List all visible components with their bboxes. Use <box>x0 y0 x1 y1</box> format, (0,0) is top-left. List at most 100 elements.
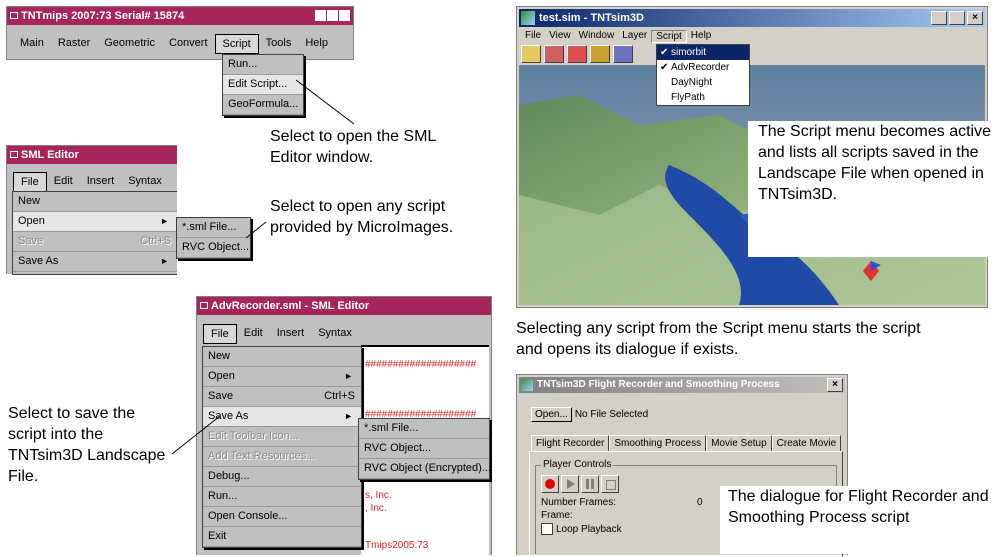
menu-edit[interactable]: Edit <box>237 324 270 344</box>
menu-geometric[interactable]: Geometric <box>97 34 162 54</box>
menu-item-new[interactable]: New <box>203 347 361 367</box>
pen-icon[interactable] <box>590 45 610 63</box>
open-file-row: Open... No File Selected <box>531 407 648 422</box>
menu-item-sml-file[interactable]: *.sml File... <box>177 218 250 238</box>
menu-item-rvc-object-encrypted[interactable]: RVC Object (Encrypted)... <box>359 459 491 479</box>
caption-selecting-script: Selecting any script from the Script men… <box>516 320 921 358</box>
menu-help[interactable]: Help <box>687 30 716 43</box>
menu-item-open[interactable]: Open ► <box>13 212 177 232</box>
minimize-icon[interactable] <box>931 11 947 25</box>
caption-script-menu: The Script menu becomes active and lists… <box>748 121 994 257</box>
window-menu-icon[interactable] <box>10 151 18 158</box>
sim-script-dropdown: ✔ simorbit ✔ AdvRecorder DayNight FlyPath <box>656 44 750 106</box>
code-line: , Inc. <box>365 503 387 514</box>
menu-tools[interactable]: Tools <box>259 34 299 54</box>
loop-checkbox[interactable] <box>541 523 553 535</box>
window-menu-icon[interactable] <box>10 12 18 19</box>
maximize-icon[interactable] <box>327 10 338 21</box>
tab-movie-setup[interactable]: Movie Setup <box>706 435 772 452</box>
menu-item-exit[interactable]: Exit <box>203 527 361 547</box>
file-status: No File Selected <box>574 409 649 420</box>
dialog-title: TNTsim3D Flight Recorder and Smoothing P… <box>537 379 780 390</box>
group-label: Player Controls <box>541 459 614 470</box>
window-title: SML Editor <box>21 149 79 161</box>
tab-flight-recorder[interactable]: Flight Recorder <box>531 435 610 452</box>
menu-item-save: Save Ctrl+S <box>13 232 177 252</box>
maximize-icon[interactable] <box>949 11 965 25</box>
saveas-submenu: *.sml File... RVC Object... RVC Object (… <box>358 418 491 480</box>
code-line: Tmips2005:73 <box>365 540 429 551</box>
caption-open-script: Select to open any script provided by Mi… <box>270 198 454 236</box>
menu-insert[interactable]: Insert <box>270 324 312 344</box>
menu-item-debug[interactable]: Debug... <box>203 467 361 487</box>
close-icon[interactable]: × <box>967 11 983 25</box>
menu-layer[interactable]: Layer <box>618 30 651 43</box>
menu-item-rvc-object[interactable]: RVC Object... <box>359 439 489 459</box>
script-item-advrecorder[interactable]: ✔ AdvRecorder <box>657 60 749 75</box>
menu-syntax[interactable]: Syntax <box>121 172 169 192</box>
menu-item-save-as[interactable]: Save As ► <box>13 252 177 272</box>
navigate-icon[interactable] <box>544 45 564 63</box>
frames-value: 0 <box>697 497 703 508</box>
menu-script[interactable]: Script <box>214 34 259 54</box>
menu-item-save-as[interactable]: Save As ► <box>203 407 361 427</box>
record-icon[interactable] <box>541 475 559 493</box>
menu-item-add-text-resources: Add Text Resources... <box>203 447 361 467</box>
menu-item-save[interactable]: Save Ctrl+S <box>203 387 361 407</box>
menu-item-new[interactable]: New <box>13 192 177 212</box>
pause-icon[interactable] <box>581 475 599 493</box>
window-title: AdvRecorder.sml - SML Editor <box>211 300 370 312</box>
menu-file[interactable]: File <box>13 172 47 192</box>
menu-item-open-console[interactable]: Open Console... <box>203 507 361 527</box>
close-icon[interactable] <box>339 10 350 21</box>
open-folder-icon[interactable] <box>521 45 541 63</box>
loop-playback-row: Loop Playback <box>541 523 622 535</box>
open-button[interactable]: Open... <box>531 407 572 422</box>
stop-icon[interactable] <box>601 475 619 493</box>
menu-raster[interactable]: Raster <box>51 34 97 54</box>
script-dropdown: Run... Edit Script... GeoFormula... <box>222 54 304 116</box>
menu-item-edit-toolbar-icon: Edit Toolbar Icon... <box>203 427 361 447</box>
fly-icon[interactable] <box>567 45 587 63</box>
window-title: test.sim - TNTsim3D <box>539 12 644 24</box>
menu-item-edit-script[interactable]: Edit Script... <box>223 75 303 95</box>
tool-icon[interactable] <box>613 45 633 63</box>
submenu-arrow-icon: ► <box>344 411 353 421</box>
menu-insert[interactable]: Insert <box>80 172 122 192</box>
menu-window[interactable]: Window <box>575 30 619 43</box>
menu-item-run[interactable]: Run... <box>203 487 361 507</box>
menu-edit[interactable]: Edit <box>47 172 80 192</box>
menu-item-geoformula[interactable]: GeoFormula... <box>223 95 303 115</box>
menu-item-run[interactable]: Run... <box>223 55 303 75</box>
adv-menubar: File Edit Insert Syntax <box>203 324 359 344</box>
minimize-icon[interactable] <box>315 10 326 21</box>
menu-view[interactable]: View <box>545 30 575 43</box>
script-item-flypath[interactable]: FlyPath <box>657 90 749 105</box>
play-icon[interactable] <box>561 475 579 493</box>
menu-syntax[interactable]: Syntax <box>311 324 359 344</box>
menu-convert[interactable]: Convert <box>162 34 215 54</box>
menu-file[interactable]: File <box>203 324 237 344</box>
menu-item-rvc-object[interactable]: RVC Object... <box>177 238 250 258</box>
tntmips-title-bar: TNTmips 2007:73 Serial# 15874 <box>7 7 353 25</box>
player-buttons <box>541 475 619 493</box>
code-line: s, Inc. <box>365 490 392 501</box>
script-item-daynight[interactable]: DayNight <box>657 75 749 90</box>
menu-item-sml-file[interactable]: *.sml File... <box>359 419 489 439</box>
adv-file-dropdown: New Open ► Save Ctrl+S Save As ► Edit Toolb… <box>202 346 362 548</box>
tab-smoothing-process[interactable]: Smoothing Process <box>609 435 707 452</box>
close-icon[interactable]: × <box>827 378 843 392</box>
window-menu-icon[interactable] <box>200 302 208 309</box>
tntmips-window: TNTmips 2007:73 Serial# 15874 Main Raste… <box>6 6 354 60</box>
file-dropdown: New Open ► Save Ctrl+S Save As ► <box>12 191 177 275</box>
sml-editor-title-bar: SML Editor <box>7 146 177 164</box>
menu-main[interactable]: Main <box>13 34 51 54</box>
script-item-simorbit[interactable]: ✔ simorbit <box>657 45 749 60</box>
menu-script[interactable]: Script <box>651 30 687 43</box>
menu-file[interactable]: File <box>521 30 545 43</box>
submenu-arrow-icon: ► <box>344 371 353 381</box>
tab-create-movie[interactable]: Create Movie <box>771 435 842 452</box>
menu-help[interactable]: Help <box>298 34 335 54</box>
menu-item-open[interactable]: Open ► <box>203 367 361 387</box>
sim-menubar: File View Window Layer Script Help <box>521 30 715 43</box>
